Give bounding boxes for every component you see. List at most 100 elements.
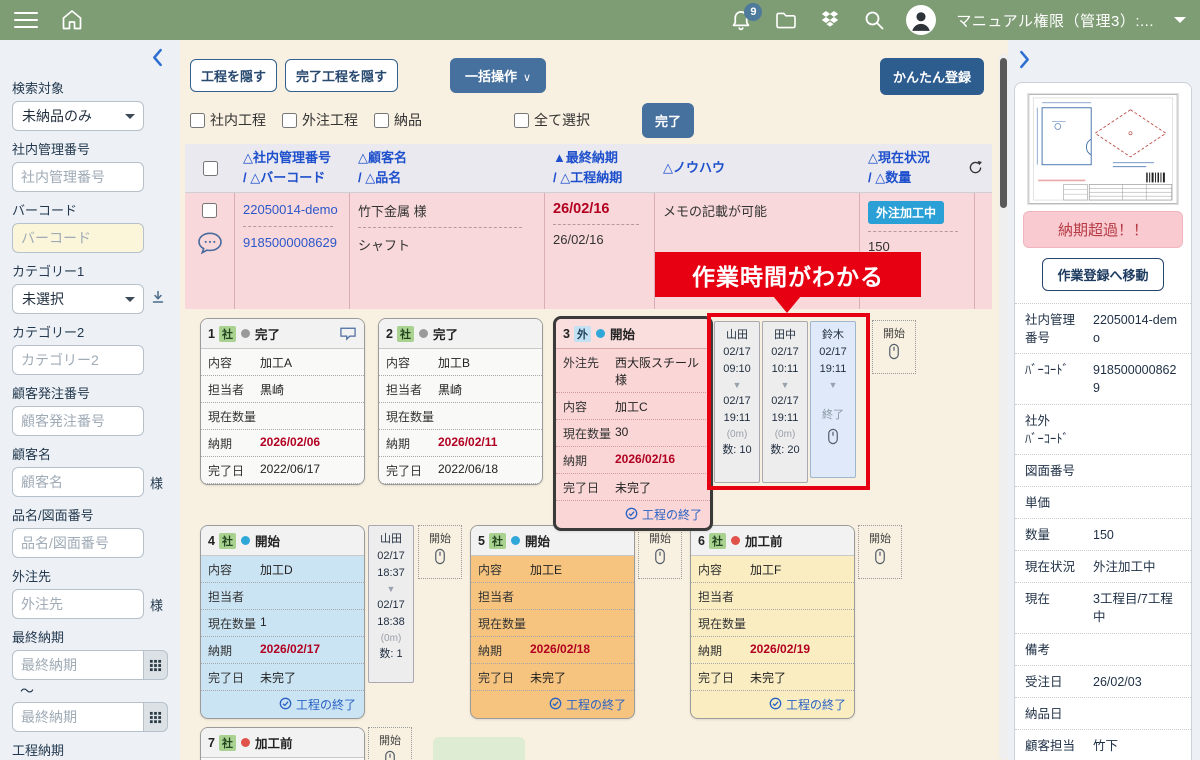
- process-card[interactable]: 4社開始内容加工D担当者現在数量1納期2026/02/17完了日未完了工程の終了: [200, 525, 365, 719]
- process-card[interactable]: 2社完了内容加工B担当者黒崎現在数量納期2026/02/11完了日2022/06…: [378, 318, 543, 485]
- goto-work-register-button[interactable]: 作業登録へ移動: [1042, 258, 1163, 291]
- end-time: 18:38: [369, 614, 413, 631]
- detail-fields: 社内管理 番号22050014-demoﾊﾞｰｺｰﾄﾞ9185000008629…: [1015, 303, 1191, 760]
- end-process-link[interactable]: 工程の終了: [471, 691, 634, 718]
- work-log-card[interactable]: 山田02/1718:37▼02/1718:38(0m)数: 1: [368, 525, 414, 683]
- barcode-input[interactable]: [12, 223, 144, 253]
- item-name-input[interactable]: [12, 528, 144, 558]
- start-date: 02/17: [763, 344, 807, 361]
- search-target-select[interactable]: 未納品のみ: [12, 101, 144, 131]
- work-log-card[interactable]: 鈴木02/1719:11▼終了: [810, 321, 856, 478]
- start-process-button[interactable]: 開始: [368, 727, 412, 760]
- status-dot-icon: [419, 329, 428, 338]
- calendar-icon[interactable]: [144, 650, 168, 680]
- delivery-card-partial[interactable]: [433, 737, 525, 760]
- end-time: 19:11: [715, 410, 759, 427]
- customer-order-no-input[interactable]: [12, 406, 144, 436]
- process-card[interactable]: 6社加工前内容加工F担当者現在数量納期2026/02/19完了日未完了工程の終了: [690, 525, 855, 719]
- card-field-row: 納期2026/02/06: [201, 430, 364, 457]
- panel-field-value: [1093, 705, 1181, 723]
- end-process-link[interactable]: 工程の終了: [556, 501, 710, 528]
- calendar-icon[interactable]: [144, 702, 168, 732]
- card-field-row: 内容加工D: [201, 556, 364, 583]
- customer-name-input[interactable]: [12, 467, 144, 497]
- technical-drawing-thumbnail[interactable]: [1027, 93, 1179, 205]
- start-process-button[interactable]: 開始: [872, 320, 916, 374]
- card-field-row: 完了日未完了: [556, 474, 710, 501]
- search-sidebar: 検索対象 未納品のみ 社内管理番号 バーコード カテゴリー1 未選択 カテゴリー…: [0, 40, 180, 760]
- process-card[interactable]: 7社加工前内容検査: [200, 727, 365, 760]
- process-card[interactable]: 3外開始外注先西大阪スチール様内容加工C現在数量30納期2026/02/16完了…: [553, 316, 713, 531]
- check-circle-icon: [625, 507, 638, 523]
- start-date: 02/17: [715, 344, 759, 361]
- topbar: 9 マニュアル権限（管理3）:...: [0, 0, 1200, 40]
- management-no-link[interactable]: 22050014-demo: [243, 201, 341, 219]
- dropbox-icon[interactable]: [818, 8, 842, 32]
- card-field-label: 担当者: [208, 588, 260, 605]
- checkbox-outsourced-process[interactable]: 外注工程: [282, 110, 358, 130]
- status-dot-icon: [596, 329, 605, 338]
- start-process-button[interactable]: 開始: [638, 525, 682, 579]
- col-header-status[interactable]: △現在状況/ △数量: [860, 144, 975, 192]
- col-header-management-no[interactable]: △社内管理番号/ △バーコード: [235, 144, 350, 192]
- collapse-detail-icon[interactable]: [1018, 50, 1031, 74]
- start-process-button[interactable]: 開始: [858, 525, 902, 579]
- card-field-row: 完了日2022/06/17: [201, 457, 364, 484]
- final-due-from-input[interactable]: [12, 650, 144, 680]
- final-due-to-input[interactable]: [12, 702, 144, 732]
- refresh-icon[interactable]: [975, 144, 992, 192]
- process-number: 7: [208, 736, 215, 750]
- start-process-button[interactable]: 開始: [418, 525, 462, 579]
- panel-field-label: 納品日: [1025, 705, 1093, 723]
- easy-register-button[interactable]: かんたん登録: [880, 58, 984, 95]
- menu-icon[interactable]: [14, 12, 38, 28]
- folder-icon[interactable]: [774, 8, 798, 32]
- user-menu-caret-icon[interactable]: [1174, 17, 1186, 29]
- checkbox-delivery[interactable]: 納品: [374, 110, 422, 130]
- item-name: シャフト: [358, 235, 536, 254]
- process-card[interactable]: 1社完了内容加工A担当者黒崎現在数量納期2026/02/06完了日2022/06…: [200, 318, 365, 485]
- insert-below-icon[interactable]: [150, 289, 166, 310]
- select-all-rows-checkbox[interactable]: [203, 161, 218, 176]
- home-icon[interactable]: [60, 8, 84, 32]
- card-comment-icon[interactable]: [339, 326, 357, 341]
- barcode-link[interactable]: 9185000008629: [243, 234, 341, 252]
- process-status-label: 開始: [525, 531, 550, 550]
- notifications-bell-icon[interactable]: 9: [728, 7, 754, 33]
- panel-field-value: 150: [1093, 526, 1181, 544]
- main-scrollbar-thumb[interactable]: [1000, 58, 1007, 208]
- process-due-label: 工程納期: [12, 740, 168, 759]
- card-field-label: 担当者: [208, 381, 260, 398]
- checkbox-select-all[interactable]: 全て選択: [514, 110, 590, 130]
- col-header-customer[interactable]: △顧客名/ △品名: [350, 144, 545, 192]
- hide-process-button[interactable]: 工程を隠す: [190, 59, 277, 92]
- complete-button[interactable]: 完了: [642, 103, 694, 138]
- checkbox-internal-process[interactable]: 社内工程: [190, 110, 266, 130]
- bulk-action-button[interactable]: 一括操作∨: [450, 58, 546, 93]
- user-role-label[interactable]: マニュアル権限（管理3）:...: [956, 10, 1154, 31]
- avatar[interactable]: [906, 5, 936, 35]
- start-time: 10:11: [763, 361, 807, 378]
- row-checkbox[interactable]: [202, 203, 217, 218]
- col-header-due[interactable]: ▲最終納期/ △工程納期: [545, 144, 655, 192]
- comment-bubble-icon[interactable]: [196, 230, 224, 261]
- process-card[interactable]: 5社開始内容加工E担当者現在数量納期2026/02/18完了日未完了工程の終了: [470, 525, 635, 719]
- end-process-link[interactable]: 工程の終了: [201, 691, 364, 718]
- process-type-badge: 社: [219, 326, 236, 342]
- mouse-click-icon[interactable]: [811, 428, 855, 451]
- end-process-label: 工程の終了: [786, 696, 846, 713]
- work-log-card[interactable]: 山田02/1709:10▼02/1719:11(0m)数: 10: [714, 321, 760, 483]
- work-log-card[interactable]: 田中02/1710:11▼02/1719:11(0m)数: 20: [762, 321, 808, 483]
- search-icon[interactable]: [862, 8, 886, 32]
- subcontractor-input[interactable]: [12, 589, 144, 619]
- category1-select[interactable]: 未選択: [12, 284, 144, 314]
- end-process-link[interactable]: 工程の終了: [691, 691, 854, 718]
- col-header-knowhow[interactable]: △ノウハウ: [655, 144, 860, 192]
- category2-input[interactable]: [12, 345, 144, 375]
- collapse-sidebar-icon[interactable]: [151, 48, 164, 72]
- main-scrollbar[interactable]: [999, 54, 1008, 760]
- hide-completed-button[interactable]: 完了工程を隠す: [285, 59, 398, 92]
- card-field-row: 現在数量1: [201, 610, 364, 637]
- card-field-label: 現在数量: [208, 615, 260, 632]
- internal-no-input[interactable]: [12, 162, 144, 192]
